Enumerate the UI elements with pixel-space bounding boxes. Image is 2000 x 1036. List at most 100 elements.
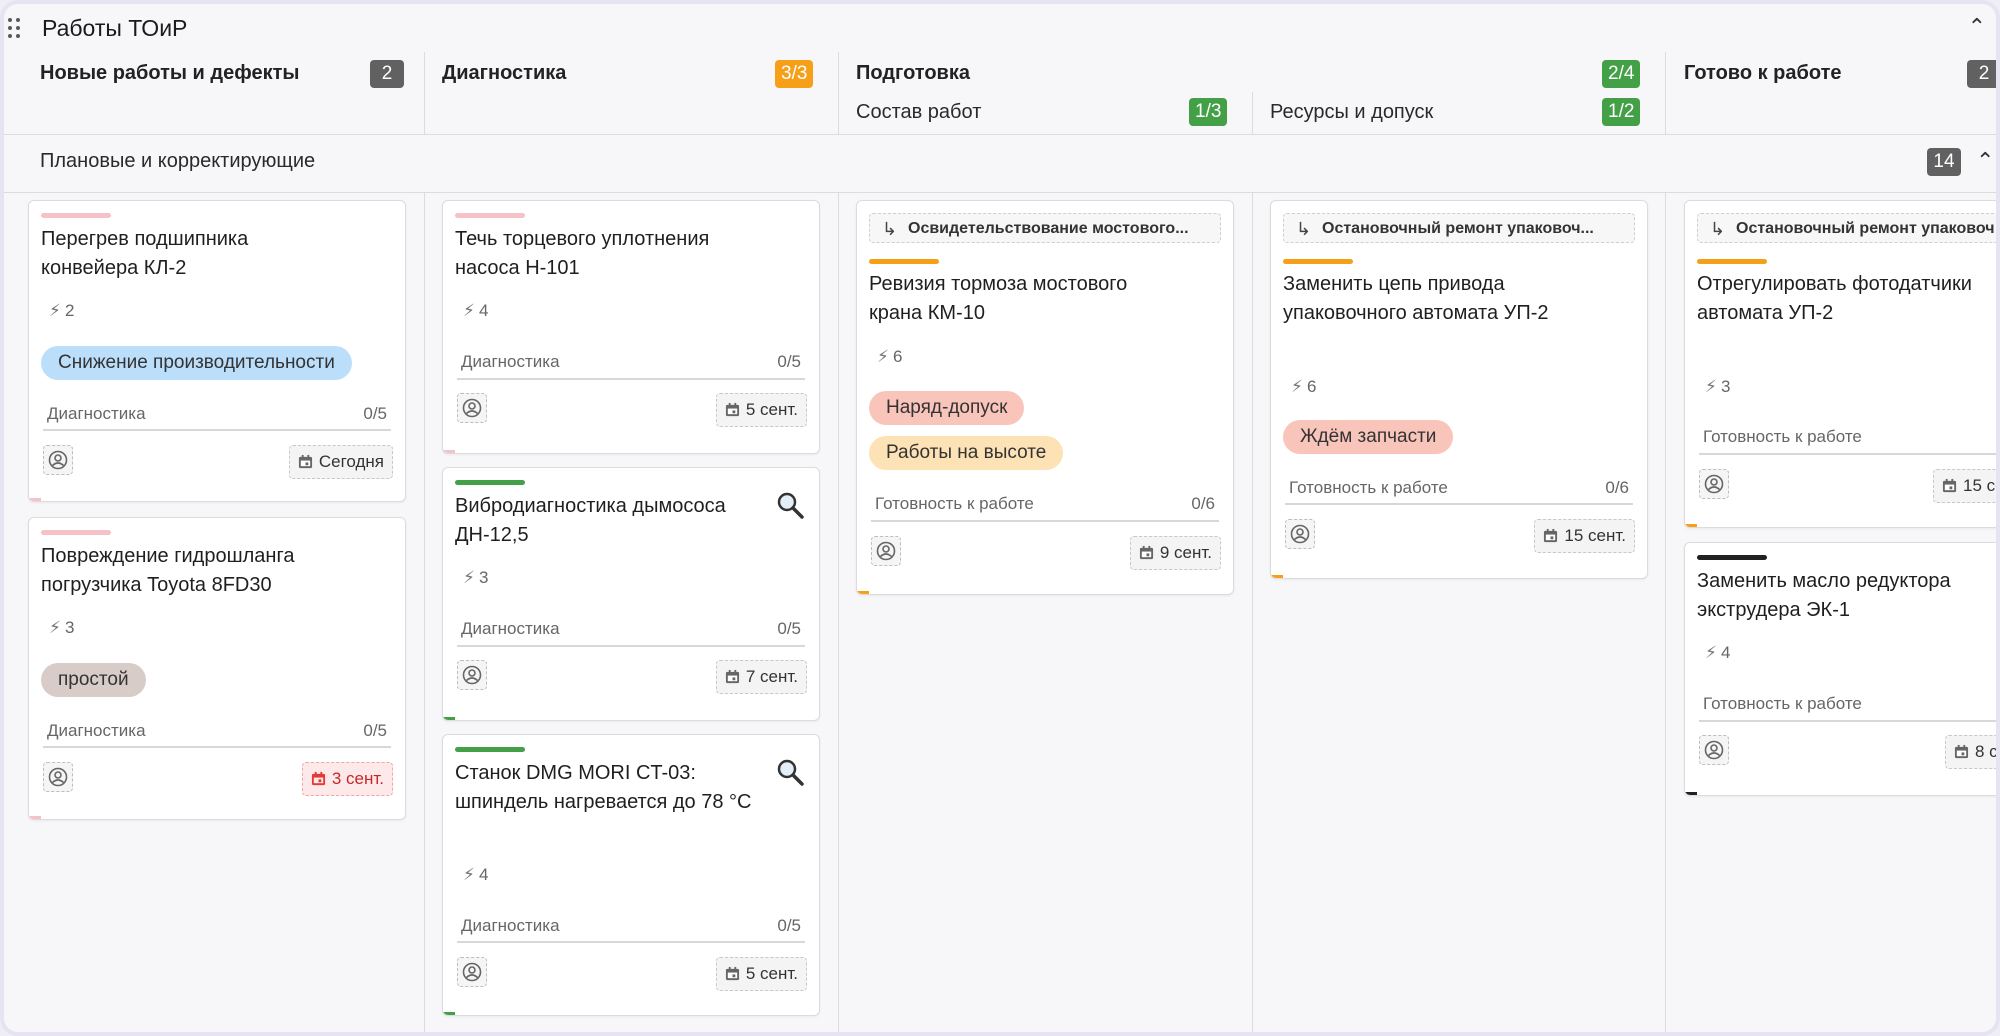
card-accent bbox=[29, 498, 41, 501]
column-divider bbox=[424, 192, 425, 1032]
due-date-text: 15 сент. bbox=[1564, 526, 1626, 545]
stage-label: Готовность к работе bbox=[1289, 478, 1448, 497]
effort-value: 3 bbox=[64, 618, 75, 637]
bolt-icon: ⚡︎ bbox=[49, 301, 61, 320]
assignee-avatar-icon[interactable] bbox=[1285, 519, 1315, 549]
card-title: Перегрев подшипника конвейера КЛ-2 bbox=[41, 228, 249, 279]
effort-estimate: ⚡︎ 6 bbox=[1291, 377, 1316, 397]
search-icon[interactable] bbox=[775, 757, 805, 787]
card-title: Заменить цепь привода упаковочного автом… bbox=[1283, 273, 1549, 324]
task-card[interactable]: Вибродиагностика дымососа ДН-12,5 ⚡︎ 3 Ди… bbox=[442, 467, 820, 721]
card-accent bbox=[443, 450, 455, 453]
card-title: Вибродиагностика дымососа ДН-12,5 bbox=[455, 495, 726, 546]
stage-label: Диагностика bbox=[47, 404, 146, 423]
stage-label: Диагностика bbox=[47, 721, 146, 740]
drag-handle-icon[interactable] bbox=[8, 18, 22, 40]
parent-work-link[interactable]: ↳ Освидетельствование мостового... bbox=[869, 213, 1221, 243]
column-header-preparation: Подготовка bbox=[856, 62, 970, 84]
card-title: Ревизия тормоза мостового крана КМ-10 bbox=[869, 273, 1128, 324]
calendar-icon bbox=[298, 454, 312, 469]
swimlane-count-badge: 14 bbox=[1927, 148, 1961, 176]
bolt-icon: ⚡︎ bbox=[877, 347, 889, 366]
due-date-chip[interactable]: 5 сент. bbox=[715, 393, 807, 427]
due-date-chip[interactable]: 5 сент. bbox=[715, 957, 807, 991]
collapse-swimlane-chevron-icon[interactable]: ⌃ bbox=[1976, 148, 1994, 174]
column-badge-ready: 2 bbox=[1967, 60, 1996, 88]
stage-row: Диагностика 0/5 bbox=[461, 619, 801, 639]
due-date-text: 7 сент. bbox=[745, 667, 798, 686]
assignee-avatar-icon[interactable] bbox=[871, 536, 901, 566]
priority-stripe bbox=[455, 213, 525, 218]
due-date-chip[interactable]: 15 се bbox=[1933, 469, 1996, 503]
due-date-text: 5 сент. bbox=[745, 400, 798, 419]
task-card[interactable]: ↳ Остановочный ремонт упаковоч... Заменит… bbox=[1270, 200, 1648, 579]
subdirectory-arrow-icon: ↳ bbox=[1296, 219, 1312, 239]
task-card[interactable]: Повреждение гидрошланга погрузчика Toyot… bbox=[28, 517, 406, 820]
stage-progress-track bbox=[1285, 503, 1633, 505]
assignee-avatar-icon[interactable] bbox=[43, 762, 73, 792]
column-header-new: Новые работы и дефекты bbox=[40, 62, 300, 84]
search-icon[interactable] bbox=[775, 490, 805, 520]
due-date-chip[interactable]: 7 сент. bbox=[715, 660, 807, 694]
assignee-avatar-icon[interactable] bbox=[457, 957, 487, 987]
parent-work-title: Освидетельствование мостового... bbox=[908, 220, 1189, 237]
effort-estimate: ⚡︎ 6 bbox=[877, 347, 902, 367]
card-title: Течь торцевого уплотнения насоса Н-101 bbox=[455, 228, 710, 279]
priority-stripe bbox=[41, 530, 111, 535]
parent-work-link[interactable]: ↳ Остановочный ремонт упаковоч... bbox=[1283, 213, 1635, 243]
tag-chip: Снижение производительности bbox=[41, 346, 352, 380]
assignee-avatar-icon[interactable] bbox=[1699, 469, 1729, 499]
header-divider bbox=[4, 134, 1996, 135]
board-titlebar: Работы ТОиР ⌃ bbox=[4, 4, 1996, 54]
calendar-icon bbox=[725, 669, 739, 684]
stage-row: Диагностика 0/5 bbox=[461, 352, 801, 372]
assignee-avatar-icon[interactable] bbox=[457, 660, 487, 690]
task-card[interactable]: ↳ Освидетельствование мостового... Ревизи… bbox=[856, 200, 1234, 595]
column-divider bbox=[424, 52, 425, 134]
parent-work-link[interactable]: ↳ Остановочный ремонт упаковоч bbox=[1697, 213, 1996, 243]
assignee-avatar-icon[interactable] bbox=[43, 445, 73, 475]
due-date-chip[interactable]: Сегодня bbox=[288, 445, 393, 479]
bolt-icon: ⚡︎ bbox=[1705, 643, 1717, 662]
assignee-avatar-icon[interactable] bbox=[457, 393, 487, 423]
calendar-icon bbox=[311, 771, 325, 786]
bolt-icon: ⚡︎ bbox=[49, 618, 61, 637]
task-card[interactable]: ↳ Остановочный ремонт упаковоч Отрегулиро… bbox=[1684, 200, 1996, 528]
due-date-chip-overdue[interactable]: 3 сент. bbox=[301, 762, 393, 796]
card-accent bbox=[1271, 575, 1283, 578]
effort-estimate: ⚡︎ 4 bbox=[463, 301, 488, 321]
bolt-icon: ⚡︎ bbox=[1291, 377, 1303, 396]
calendar-icon bbox=[1139, 545, 1153, 560]
effort-estimate: ⚡︎ 4 bbox=[463, 865, 488, 885]
priority-stripe bbox=[41, 213, 111, 218]
due-date-chip[interactable]: 15 сент. bbox=[1534, 519, 1635, 553]
stage-row: Диагностика 0/5 bbox=[461, 916, 801, 936]
priority-stripe bbox=[1283, 259, 1353, 264]
due-date-text: 15 се bbox=[1963, 476, 1996, 495]
collapse-board-chevron-icon[interactable]: ⌃ bbox=[1968, 14, 1986, 40]
stage-row: Диагностика 0/5 bbox=[47, 721, 387, 741]
card-title: Станок DMG MORI CT-03: шпиндель нагревае… bbox=[455, 762, 752, 813]
task-card[interactable]: Течь торцевого уплотнения насоса Н-101 ⚡… bbox=[442, 200, 820, 454]
due-date-chip[interactable]: 8 се bbox=[1945, 735, 1996, 769]
stage-label: Готовность к работе bbox=[875, 494, 1034, 513]
card-accent bbox=[1685, 792, 1697, 795]
board-frame: Работы ТОиР ⌃ Новые работы и дефекты 2 Д… bbox=[0, 0, 2000, 1036]
stage-label: Диагностика bbox=[461, 619, 560, 638]
swimlane-label: Плановые и корректирующие bbox=[40, 150, 316, 172]
assignee-avatar-icon[interactable] bbox=[1699, 735, 1729, 765]
stage-row: Диагностика 0/5 bbox=[47, 404, 387, 424]
effort-estimate: ⚡︎ 2 bbox=[49, 301, 74, 321]
due-date-chip[interactable]: 9 сент. bbox=[1129, 536, 1221, 570]
task-card[interactable]: Перегрев подшипника конвейера КЛ-2 ⚡︎ 2 С… bbox=[28, 200, 406, 502]
stage-progress-track bbox=[457, 645, 805, 647]
effort-value: 4 bbox=[478, 301, 489, 320]
column-badge-preparation: 2/4 bbox=[1602, 60, 1641, 88]
effort-value: 6 bbox=[1306, 377, 1317, 396]
task-card[interactable]: Станок DMG MORI CT-03: шпиндель нагревае… bbox=[442, 734, 820, 1016]
task-card[interactable]: Заменить масло редуктора экструдера ЭК-1… bbox=[1684, 542, 1996, 796]
column-badge-diagnostics: 3/3 bbox=[775, 60, 814, 88]
stage-row: Готовность к работе 0/6 bbox=[1289, 478, 1629, 498]
subdirectory-arrow-icon: ↳ bbox=[1710, 219, 1726, 239]
stage-row: Готовность к работе 0/6 bbox=[875, 494, 1215, 514]
